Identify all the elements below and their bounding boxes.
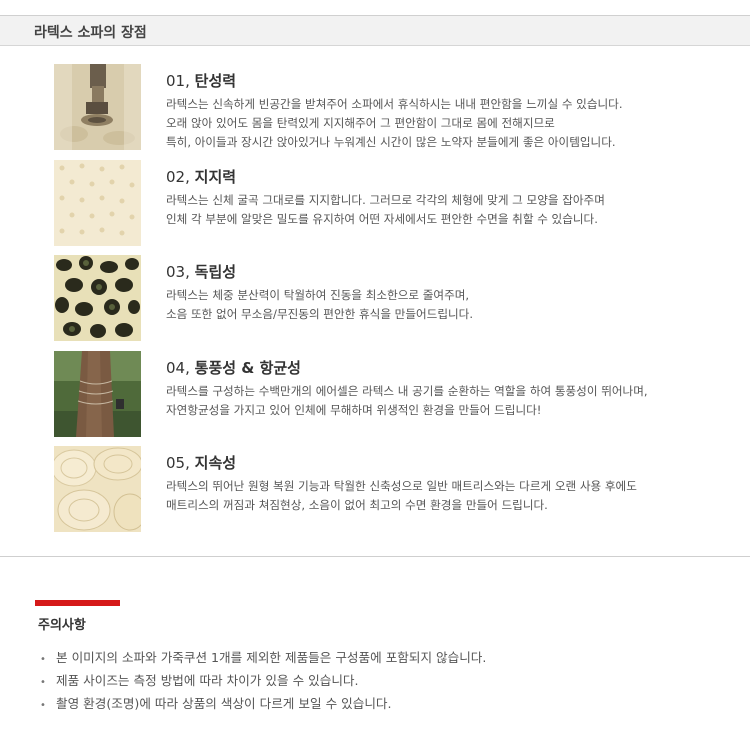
bullet-icon: • bbox=[40, 677, 46, 688]
section-title: 라텍스 소파의 장점 bbox=[34, 25, 147, 41]
feature-description: 라텍스의 뛰어난 원형 복원 기능과 탁월한 신축성으로 일반 매트리스와는 다… bbox=[166, 477, 637, 515]
description-line: 라텍스는 신체 굴곡 그대로를 지지합니다. 그러므로 각각의 체형에 맞게 그… bbox=[166, 193, 605, 207]
description-line: 인체 각 부분에 알맞은 밀도를 유지하여 어떤 자세에서도 편안한 수면을 취… bbox=[166, 212, 598, 226]
feature-name: 지지력 bbox=[194, 168, 237, 186]
feature-item-support: 02, 지지력 라텍스는 신체 굴곡 그대로를 지지합니다. 그러므로 각각의 … bbox=[54, 160, 734, 246]
feature-heading: 02, 지지력 bbox=[166, 166, 236, 187]
notice-item-text: 제품 사이즈는 측정 방법에 따라 차이가 있을 수 있습니다. bbox=[56, 673, 359, 688]
latex-machine-photo bbox=[54, 64, 141, 150]
latex-cell-closeup-photo bbox=[54, 255, 141, 341]
feature-item-independence: 03, 독립성 라텍스는 체중 분산력이 탁월하여 진동을 최소한으로 줄여주며… bbox=[54, 255, 734, 341]
notice-item-text: 본 이미지의 소파와 가죽쿠션 1개를 제외한 제품들은 구성품에 포함되지 않… bbox=[56, 650, 487, 665]
feature-number: 03, bbox=[166, 263, 190, 281]
feature-heading: 04, 통풍성 & 항균성 bbox=[166, 357, 301, 378]
feature-description: 라텍스를 구성하는 수백만개의 에어셀은 라텍스 내 공기를 순환하는 역할을 … bbox=[166, 382, 648, 420]
description-line: 자연항균성을 가지고 있어 인체에 무해하며 위생적인 환경을 만들어 드립니다… bbox=[166, 403, 542, 417]
description-line: 매트리스의 꺼짐과 쳐짐현상, 소음이 없어 최고의 수면 환경을 만들어 드립… bbox=[166, 498, 548, 512]
feature-heading: 01, 탄성력 bbox=[166, 70, 236, 91]
feature-item-durability: 05, 지속성 라텍스의 뛰어난 원형 복원 기능과 탁월한 신축성으로 일반 … bbox=[54, 446, 734, 532]
feature-name: 지속성 bbox=[194, 454, 237, 472]
notice-item: • 본 이미지의 소파와 가죽쿠션 1개를 제외한 제품들은 구성품에 포함되지 … bbox=[40, 647, 486, 670]
description-line: 특히, 아이들과 장시간 앉아있거나 누워계신 시간이 많은 노약자 분들에게 … bbox=[166, 135, 616, 149]
feature-name: 통풍성 & 항균성 bbox=[194, 359, 301, 377]
bullet-icon: • bbox=[40, 700, 46, 711]
feature-heading: 05, 지속성 bbox=[166, 452, 236, 473]
feature-name: 독립성 bbox=[194, 263, 237, 281]
bullet-icon: • bbox=[40, 654, 46, 665]
description-line: 라텍스를 구성하는 수백만개의 에어셀은 라텍스 내 공기를 순환하는 역할을 … bbox=[166, 384, 648, 398]
notice-item-text: 촬영 환경(조명)에 따라 상품의 색상이 다르게 보일 수 있습니다. bbox=[56, 696, 392, 711]
feature-number: 02, bbox=[166, 168, 190, 186]
feature-item-ventilation: 04, 통풍성 & 항균성 라텍스를 구성하는 수백만개의 에어셀은 라텍스 내… bbox=[54, 351, 734, 437]
feature-description: 라텍스는 신체 굴곡 그대로를 지지합니다. 그러므로 각각의 체형에 맞게 그… bbox=[166, 191, 605, 229]
notice-title: 주의사항 bbox=[38, 618, 86, 633]
section-divider bbox=[0, 556, 750, 557]
description-line: 오래 앉아 있어도 몸을 탄력있게 지지해주어 그 편안함이 그대로 몸에 전해… bbox=[166, 116, 555, 130]
description-line: 라텍스의 뛰어난 원형 복원 기능과 탁월한 신축성으로 일반 매트리스와는 다… bbox=[166, 479, 637, 493]
description-line: 라텍스는 신속하게 빈공간을 받쳐주어 소파에서 휴식하시는 내내 편안함을 느… bbox=[166, 97, 623, 111]
feature-item-elasticity: 01, 탄성력 라텍스는 신속하게 빈공간을 받쳐주어 소파에서 휴식하시는 내… bbox=[54, 64, 734, 150]
description-line: 소음 또한 없어 무소음/무진동의 편안한 휴식을 만들어드립니다. bbox=[166, 307, 474, 321]
feature-number: 05, bbox=[166, 454, 190, 472]
description-line: 라텍스는 체중 분산력이 탁월하여 진동을 최소한으로 줄여주며, bbox=[166, 288, 470, 302]
latex-surface-photo bbox=[54, 160, 141, 246]
feature-name: 탄성력 bbox=[194, 72, 237, 90]
notice-item: • 촬영 환경(조명)에 따라 상품의 색상이 다르게 보일 수 있습니다. bbox=[40, 693, 486, 716]
notice-item: • 제품 사이즈는 측정 방법에 따라 차이가 있을 수 있습니다. bbox=[40, 670, 486, 693]
latex-rolls-photo bbox=[54, 446, 141, 532]
feature-number: 01, bbox=[166, 72, 190, 90]
section-header: 라텍스 소파의 장점 bbox=[0, 15, 750, 46]
feature-heading: 03, 독립성 bbox=[166, 261, 236, 282]
feature-number: 04, bbox=[166, 359, 190, 377]
rubber-tree-photo bbox=[54, 351, 141, 437]
feature-description: 라텍스는 체중 분산력이 탁월하여 진동을 최소한으로 줄여주며, 소음 또한 … bbox=[166, 286, 473, 324]
notice-accent-bar bbox=[35, 600, 120, 606]
notice-list: • 본 이미지의 소파와 가죽쿠션 1개를 제외한 제품들은 구성품에 포함되지 … bbox=[40, 647, 486, 716]
feature-description: 라텍스는 신속하게 빈공간을 받쳐주어 소파에서 휴식하시는 내내 편안함을 느… bbox=[166, 95, 623, 152]
